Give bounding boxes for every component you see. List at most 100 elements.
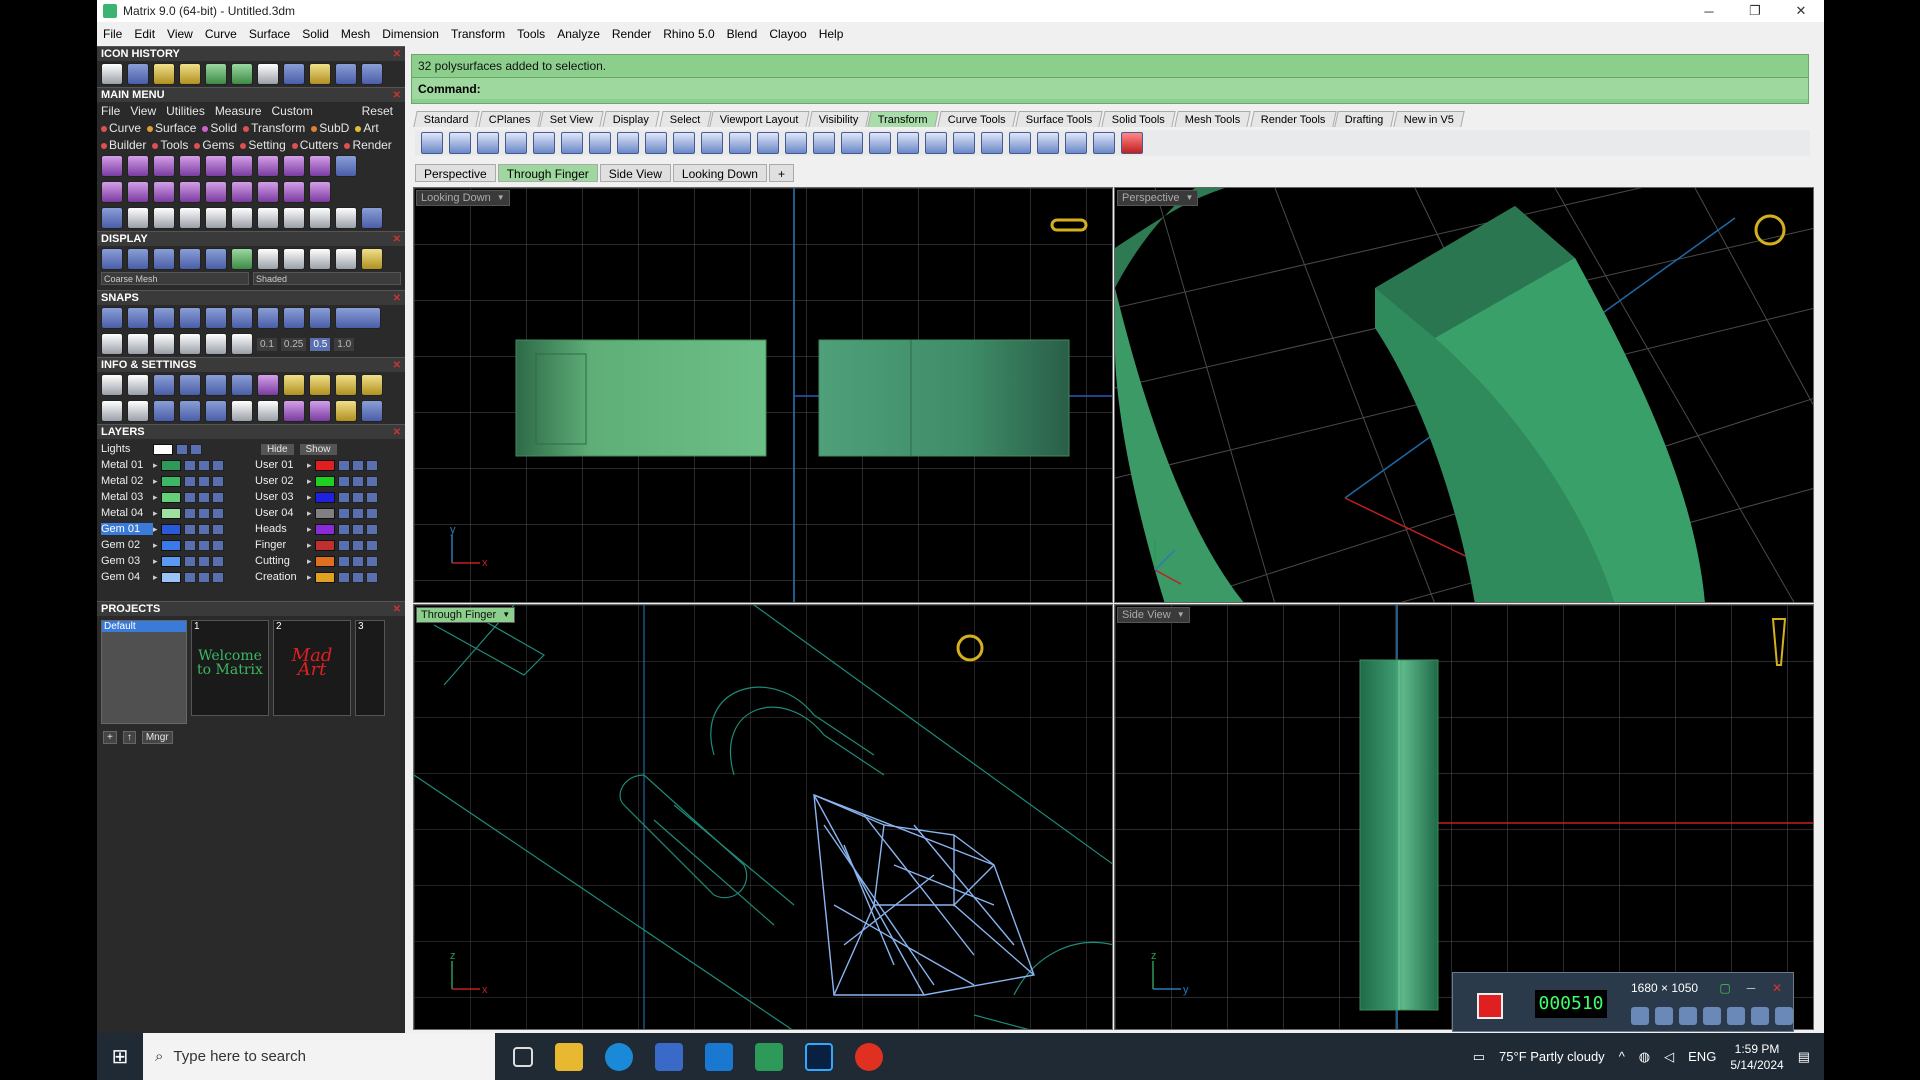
tool-icon[interactable] [205, 155, 227, 177]
tool-icon[interactable] [179, 248, 201, 270]
mm-transform[interactable]: Transform [243, 121, 305, 135]
layer-name[interactable]: Creation [255, 571, 307, 583]
project-card-2[interactable]: 2 Mad Art [273, 620, 351, 716]
menu-solid[interactable]: Solid [302, 27, 329, 41]
snap-icon[interactable] [127, 333, 149, 355]
mesh-dropdown[interactable]: Coarse Mesh [101, 272, 249, 285]
tool-icon[interactable] [335, 207, 357, 229]
layer-toggle[interactable] [197, 475, 210, 487]
chevron-up-icon[interactable]: ^ [1619, 1049, 1625, 1064]
layer-name[interactable]: User 02 [255, 475, 307, 487]
tool-icon[interactable] [335, 374, 357, 396]
sphere-icon[interactable] [309, 248, 331, 270]
menu-clayoo[interactable]: Clayoo [769, 27, 806, 41]
hide-button[interactable]: Hide [260, 443, 294, 455]
layer-name[interactable]: Cutting [255, 555, 307, 567]
expand-arrow-icon[interactable]: ▸ [307, 540, 312, 551]
circle-icon[interactable] [361, 207, 383, 229]
snap-icon[interactable] [231, 333, 253, 355]
toolbar-tab-solid-tools[interactable]: Solid Tools [1101, 111, 1177, 127]
clock[interactable]: 1:59 PM 5/14/2024 [1730, 1041, 1783, 1073]
tool-icon[interactable] [127, 400, 149, 422]
layer-toggle[interactable] [351, 507, 364, 519]
toolbar-tab-visibility[interactable]: Visibility [808, 111, 870, 127]
layer-toggle[interactable] [365, 475, 378, 487]
mm-curve[interactable]: Curve [101, 121, 141, 135]
layer-toggle[interactable] [211, 555, 224, 567]
tool-icon[interactable] [617, 132, 639, 154]
tool-icon[interactable] [449, 132, 471, 154]
layer-toggle[interactable] [365, 523, 378, 535]
close-button[interactable]: ✕ [1778, 0, 1824, 22]
mm-view[interactable]: View [130, 104, 156, 118]
layer-toggle[interactable] [197, 523, 210, 535]
tool-icon[interactable] [231, 181, 253, 203]
layer-toggle[interactable] [211, 459, 224, 471]
viewport-side-view[interactable]: Side View ▼ z y [1114, 604, 1814, 1030]
layer-color-swatch[interactable] [314, 491, 335, 503]
layer-color-swatch[interactable] [314, 539, 335, 551]
layer-name[interactable]: Metal 01 [101, 459, 153, 471]
cursor-icon[interactable] [1703, 1007, 1721, 1025]
snap-icon[interactable] [257, 307, 279, 329]
layer-toggle[interactable] [190, 443, 202, 455]
tool-icon[interactable] [589, 132, 611, 154]
layer-row[interactable]: User 04 ▸ [255, 505, 405, 521]
menu-help[interactable]: Help [819, 27, 844, 41]
tool-icon[interactable] [153, 207, 175, 229]
layer-toggle[interactable] [365, 539, 378, 551]
layer-name[interactable]: Metal 02 [101, 475, 153, 487]
view-tab-looking-down[interactable]: Looking Down [672, 164, 767, 182]
toolbar-tab-set-view[interactable]: Set View [539, 111, 605, 127]
tool-icon[interactable] [153, 181, 175, 203]
expand-arrow-icon[interactable]: ▸ [153, 492, 158, 503]
layer-toggle[interactable] [183, 539, 196, 551]
weather-icon[interactable]: ▭ [1473, 1049, 1485, 1065]
expand-arrow-icon[interactable]: ▸ [153, 508, 158, 519]
speaker-icon[interactable] [1631, 1007, 1649, 1025]
windows-start-icon[interactable]: ⊞ [97, 1033, 143, 1080]
snap-icon[interactable] [335, 307, 381, 329]
tool-icon[interactable] [153, 248, 175, 270]
tool-icon[interactable] [231, 248, 253, 270]
arrow-icon[interactable] [1121, 132, 1143, 154]
tool-icon[interactable] [127, 207, 149, 229]
snap-icon[interactable] [309, 307, 331, 329]
layer-toggle[interactable] [183, 491, 196, 503]
webcam-icon[interactable] [1679, 1007, 1697, 1025]
layer-color-swatch[interactable] [314, 459, 335, 471]
layer-toggle[interactable] [351, 523, 364, 535]
edge-icon[interactable] [605, 1042, 633, 1071]
mm-cutters[interactable]: Cutters [291, 138, 338, 152]
tool-icon[interactable] [101, 248, 123, 270]
layer-row[interactable]: Metal 01 ▸ [101, 457, 251, 473]
file-explorer-icon[interactable] [555, 1042, 583, 1071]
snap-icon[interactable] [153, 307, 175, 329]
layer-color-swatch[interactable] [314, 523, 335, 535]
snap-icon[interactable] [153, 333, 175, 355]
layer-row[interactable]: Cutting ▸ [255, 553, 405, 569]
tool-icon[interactable] [231, 374, 253, 396]
tool-icon[interactable] [841, 132, 863, 154]
toolbar-tab-viewport-layout[interactable]: Viewport Layout [709, 111, 810, 127]
mm-tools[interactable]: Tools [152, 138, 188, 152]
expand-arrow-icon[interactable]: ▸ [307, 492, 312, 503]
tool-icon[interactable] [127, 248, 149, 270]
snap-value[interactable]: 0.1 [257, 337, 277, 351]
layer-toggle[interactable] [183, 507, 196, 519]
snap-icon[interactable] [205, 307, 227, 329]
toolbar-tab-standard[interactable]: Standard [413, 111, 480, 127]
project-list[interactable]: Default [101, 620, 187, 724]
tool-icon[interactable] [257, 181, 279, 203]
layer-name[interactable]: Gem 03 [101, 555, 153, 567]
add-project-button[interactable]: + [103, 730, 117, 744]
mm-subd[interactable]: SubD [311, 121, 349, 135]
layer-name[interactable]: Gem 02 [101, 539, 153, 551]
layer-toggle[interactable] [183, 555, 196, 567]
tool-icon[interactable] [283, 374, 305, 396]
layer-color-swatch[interactable] [160, 555, 181, 567]
tool-icon[interactable] [361, 400, 383, 422]
layer-toggle[interactable] [351, 555, 364, 567]
tool-icon[interactable] [231, 207, 253, 229]
layer-row[interactable]: User 03 ▸ [255, 489, 405, 505]
